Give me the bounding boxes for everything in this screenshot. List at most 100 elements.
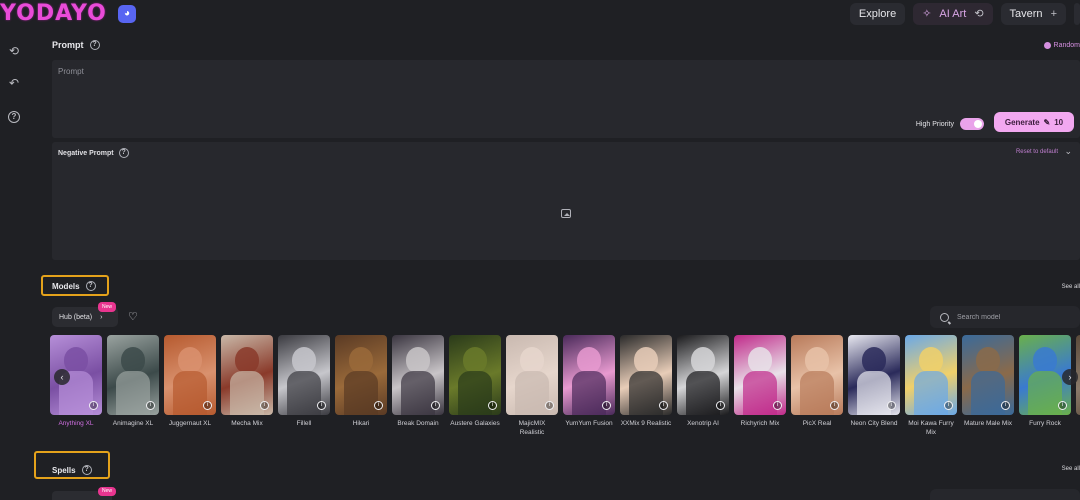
hub-label: Hub (beta) (59, 313, 93, 321)
model-card[interactable]: i MajicMIX Realistic (506, 335, 558, 437)
model-thumbnail[interactable]: i (278, 335, 330, 415)
model-thumbnail[interactable]: i (107, 335, 159, 415)
spell-search[interactable] (930, 489, 1080, 500)
carousel-next-button[interactable]: › (1062, 369, 1078, 385)
model-card[interactable]: i Fillell (278, 335, 330, 429)
high-priority-toggle[interactable] (960, 118, 984, 130)
model-card[interactable]: i Moi Kawa Furry Mix (905, 335, 957, 437)
prompt-title: Prompt ? (52, 40, 100, 50)
info-icon[interactable]: i (431, 401, 440, 410)
generate-label: Generate (1004, 117, 1040, 127)
negative-prompt-textarea[interactable] (52, 142, 1080, 260)
prompt-placeholder: Prompt (58, 67, 84, 76)
generate-button[interactable]: Generate ✎ 10 (994, 112, 1074, 132)
info-icon[interactable]: i (716, 401, 725, 410)
model-thumbnail[interactable]: i (734, 335, 786, 415)
model-card[interactable]: i Hikari (335, 335, 387, 429)
model-card[interactable]: iF (1076, 335, 1080, 429)
explore-button[interactable]: Explore (849, 3, 906, 25)
info-icon[interactable]: i (1058, 401, 1067, 410)
ai-art-button[interactable]: ✧ AI Art ⟲ (913, 3, 993, 25)
info-icon[interactable]: i (260, 401, 269, 410)
model-thumbnail[interactable]: i (905, 335, 957, 415)
undo-icon[interactable]: ↶ (7, 76, 21, 90)
model-thumbnail[interactable]: i (620, 335, 672, 415)
model-thumbnail[interactable]: i (563, 335, 615, 415)
models-see-all-link[interactable]: See all (1062, 284, 1080, 290)
info-icon[interactable]: i (488, 401, 497, 410)
model-card[interactable]: i XXMix 9 Realistic (620, 335, 672, 429)
info-icon[interactable]: i (830, 401, 839, 410)
model-thumbnail[interactable]: i (164, 335, 216, 415)
help-icon[interactable]: ? (89, 40, 100, 50)
model-thumbnail[interactable]: i (677, 335, 729, 415)
info-icon[interactable]: i (1001, 401, 1010, 410)
info-icon[interactable]: i (374, 401, 383, 410)
model-name: Fillell (296, 420, 312, 427)
model-thumbnail[interactable]: i (392, 335, 444, 415)
spells-see-all-link[interactable]: See all (1062, 466, 1080, 472)
heart-icon[interactable]: ♡ (128, 310, 138, 323)
discord-icon[interactable]: ◕ (118, 5, 136, 23)
carousel-prev-button[interactable]: ‹ (54, 369, 70, 385)
history-icon[interactable]: ⟲ (7, 44, 21, 58)
tavern-button[interactable]: Tavern + (1000, 3, 1066, 25)
model-thumbnail[interactable]: i (221, 335, 273, 415)
ai-art-label: AI Art (939, 8, 967, 20)
sparkle-icon: ✧ (922, 8, 932, 20)
info-icon[interactable]: i (146, 401, 155, 410)
info-icon[interactable]: i (659, 401, 668, 410)
model-preview-body (116, 371, 150, 415)
model-card[interactable]: i Xenotrip AI (677, 335, 729, 429)
logo[interactable]: YODAYO (0, 0, 107, 28)
info-icon[interactable]: i (89, 401, 98, 410)
model-card[interactable]: i Austere Galaxies (449, 335, 501, 429)
info-icon[interactable]: i (602, 401, 611, 410)
model-thumbnail[interactable]: i (449, 335, 501, 415)
model-card[interactable]: i Animagine XL (107, 335, 159, 429)
history-icon[interactable]: ⟲ (974, 3, 983, 25)
image-icon[interactable] (561, 209, 571, 218)
help-icon[interactable]: ? (81, 465, 92, 475)
chevron-right-icon: › (100, 313, 103, 321)
help-icon[interactable]: ? (118, 148, 129, 158)
model-thumbnail[interactable]: i (848, 335, 900, 415)
high-priority-control: High Priority (916, 118, 984, 130)
model-preview-body (401, 371, 435, 415)
model-thumbnail[interactable]: i (506, 335, 558, 415)
model-preview-body (458, 371, 492, 415)
search-model-input[interactable] (957, 313, 1067, 321)
model-preview-body (1028, 371, 1062, 415)
help-icon[interactable]: ? (7, 108, 21, 123)
random-button[interactable]: Random (1043, 42, 1080, 49)
info-icon[interactable]: i (203, 401, 212, 410)
info-icon[interactable]: i (773, 401, 782, 410)
model-name: Animagine XL (112, 420, 154, 427)
reset-to-default-link[interactable]: Reset to default (1016, 149, 1058, 155)
info-icon[interactable]: i (545, 401, 554, 410)
model-preview-figure (691, 347, 715, 373)
info-icon[interactable]: i (944, 401, 953, 410)
help-icon[interactable]: ? (85, 281, 96, 291)
plus-icon[interactable]: + (1051, 3, 1057, 25)
models-title: Models ? (52, 281, 96, 291)
model-thumbnail[interactable]: i (791, 335, 843, 415)
info-icon[interactable]: i (317, 401, 326, 410)
model-thumbnail[interactable]: i (335, 335, 387, 415)
model-card[interactable]: i Break Domain (392, 335, 444, 429)
model-card[interactable]: i PicX Real (791, 335, 843, 429)
random-label: Random (1053, 42, 1080, 49)
model-card[interactable]: i YumYum Fusion (563, 335, 615, 429)
model-thumbnail[interactable]: i (962, 335, 1014, 415)
negative-prompt-label: Negative Prompt (58, 149, 114, 157)
model-card[interactable]: i Mecha Mix (221, 335, 273, 429)
model-card[interactable]: i Neon City Blend (848, 335, 900, 429)
nav-overflow[interactable] (1074, 3, 1080, 25)
info-icon[interactable]: i (887, 401, 896, 410)
model-preview-figure (121, 347, 145, 373)
model-name: Anything XL (58, 420, 94, 427)
chevron-down-icon[interactable]: ⌄ (1064, 146, 1072, 157)
model-card[interactable]: i Richyrich Mix (734, 335, 786, 429)
model-card[interactable]: i Mature Male Mix (962, 335, 1014, 429)
model-card[interactable]: i Juggernaut XL (164, 335, 216, 429)
